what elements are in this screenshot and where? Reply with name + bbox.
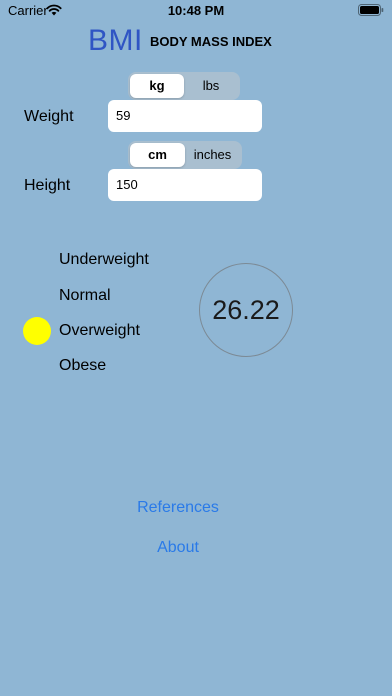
references-link[interactable]: References	[0, 499, 356, 517]
height-unit-cm[interactable]: cm	[130, 143, 185, 167]
category-obese: Obese	[59, 357, 107, 374]
bmi-value: 26.22	[212, 294, 280, 325]
status-time: 10:48 PM	[167, 3, 225, 18]
weight-unit-kg[interactable]: kg	[130, 74, 184, 98]
weight-input[interactable]	[108, 100, 262, 132]
category-underweight: Underweight	[59, 251, 149, 268]
battery-icon	[358, 4, 384, 16]
height-unit-inches[interactable]: inches	[185, 143, 240, 167]
height-label: Height	[24, 177, 71, 194]
app-logo: BMI	[88, 24, 143, 57]
bmi-result-circle: 26.22	[199, 263, 293, 357]
weight-unit-segmented-control: kg lbs	[128, 72, 240, 100]
app-subtitle: BODY MASS INDEX	[150, 34, 272, 49]
height-input[interactable]	[108, 169, 262, 201]
category-indicator-dot	[23, 317, 51, 345]
weight-unit-lbs[interactable]: lbs	[184, 74, 238, 98]
height-unit-segmented-control: cm inches	[128, 141, 242, 169]
category-normal: Normal	[59, 287, 111, 304]
weight-label: Weight	[24, 108, 74, 125]
category-overweight: Overweight	[59, 322, 140, 339]
about-link[interactable]: About	[0, 539, 356, 557]
